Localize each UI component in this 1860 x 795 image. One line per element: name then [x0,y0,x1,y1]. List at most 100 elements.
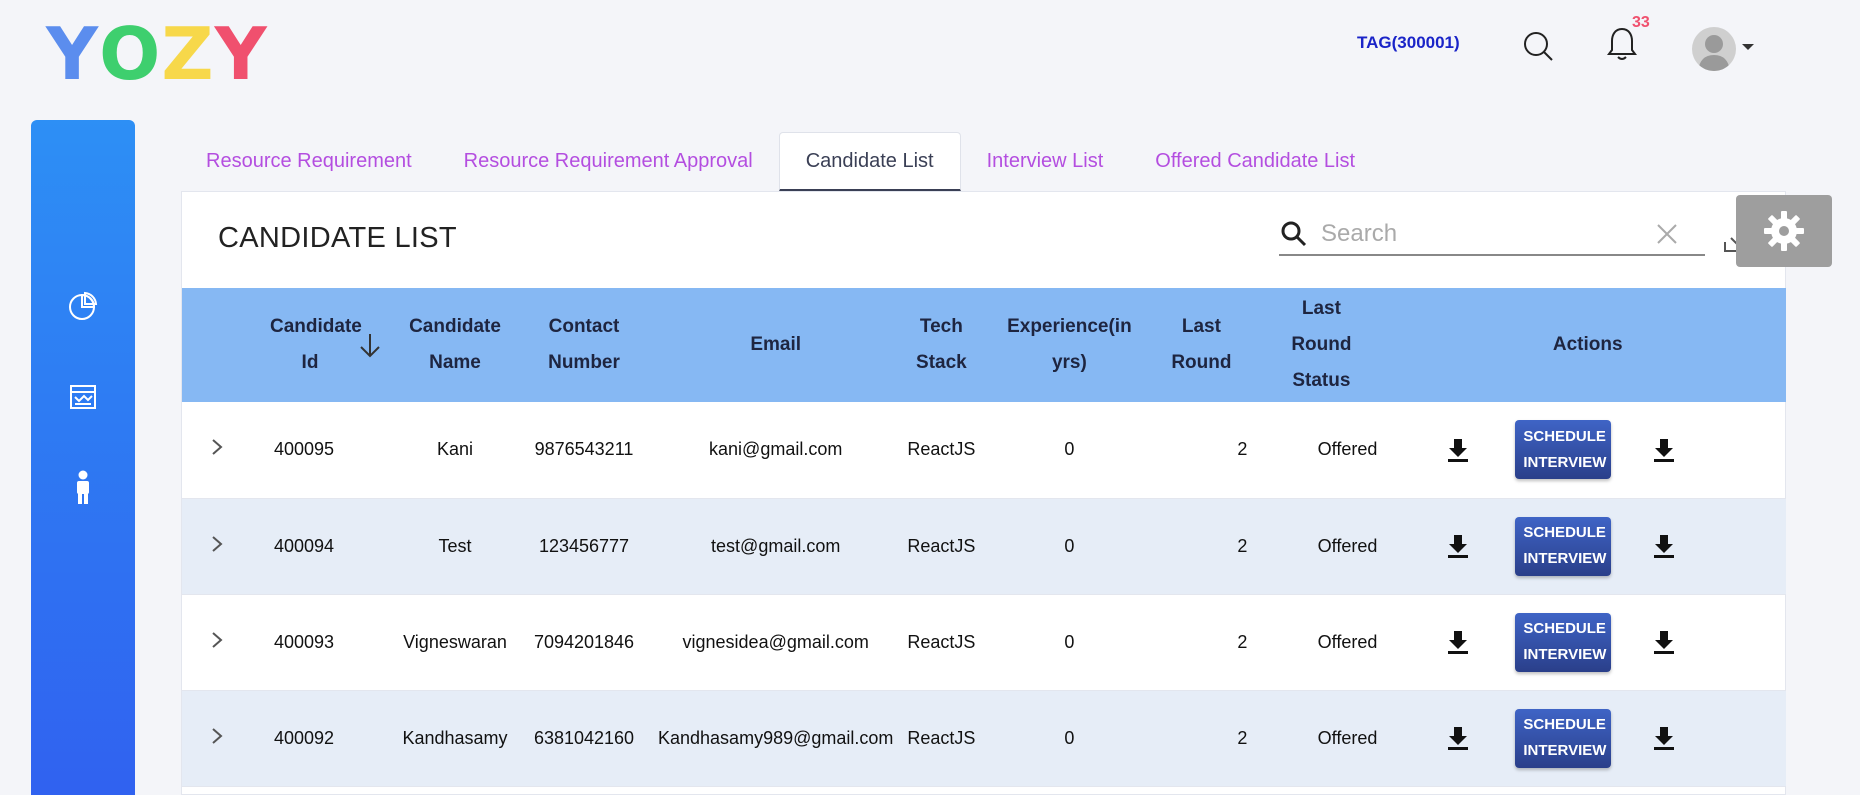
page-title: CANDIDATE LIST [218,222,457,254]
chevron-down-icon[interactable] [1742,44,1754,50]
column-label: Last Round Status [1291,298,1352,391]
search-icon [1281,221,1307,247]
cell-contact-number: 9876543211 [534,439,634,460]
tab-resource-requirement[interactable]: Resource Requirement [180,132,438,191]
cell-last-round-status: Offered [1317,535,1378,556]
cell-last-round: 2 [1237,727,1248,748]
tab-interview-list[interactable]: Interview List [961,132,1130,191]
cell-candidate-name: Test [438,535,472,556]
tab-candidate-list[interactable]: Candidate List [778,132,961,191]
yozy-logo: YOZY [46,18,268,90]
cell-experience: 0 [1064,727,1075,748]
schedule-interview-button[interactable]: SCHEDULE INTERVIEW [1515,516,1612,576]
chevron-right-icon[interactable] [210,631,224,653]
download-icon[interactable] [1653,630,1675,654]
cell-candidate-name: Vigneswaran [403,631,507,652]
search-icon[interactable] [1522,30,1556,64]
schedule-interview-label: SCHEDULE INTERVIEW [1523,716,1607,759]
person-icon [77,470,89,504]
notification-badge: 33 [1632,14,1650,31]
search-bar [1279,214,1705,256]
cell-actions: SCHEDULE INTERVIEW [1389,402,1786,498]
logo-letter: O [99,12,162,96]
report-icon [70,385,96,409]
column-header-tech-stack: Tech Stack [893,288,989,402]
column-header-contact-number: Contact Number [510,288,658,402]
cell-tech-stack: ReactJS [907,631,976,652]
user-tag[interactable]: TAG(300001) [1357,33,1460,53]
sidebar-item-reports[interactable] [31,372,135,422]
download-resume-icon[interactable] [1447,630,1469,654]
download-resume-icon[interactable] [1447,534,1469,558]
cell-last-round-status: Offered [1317,631,1378,652]
schedule-interview-label: SCHEDULE INTERVIEW [1523,427,1607,471]
cell-email: vignesidea@gmail.com [682,631,869,652]
cell-candidate-id: 400093 [274,631,335,652]
cell-contact-number: 7094201846 [533,631,635,652]
column-header-candidate-id[interactable]: Candidate Id [252,288,400,402]
expand-row-button[interactable] [182,402,252,498]
avatar[interactable] [1692,27,1736,71]
cell-last-round: 2 [1237,631,1248,652]
column-header-last-round-status: Last Round Status [1253,288,1389,402]
logo-letter: Z [161,12,215,96]
schedule-interview-button[interactable]: SCHEDULE INTERVIEW [1515,708,1612,768]
download-icon[interactable] [1653,534,1675,558]
column-header-experience: Experience(in yrs) [989,288,1149,402]
sidebar-item-candidates[interactable] [31,462,135,512]
cell-email: kani@gmail.com [709,439,843,460]
sidebar-item-dashboard[interactable] [31,281,135,331]
cell-last-round: 2 [1237,535,1248,556]
chevron-right-icon[interactable] [210,439,224,460]
column-label: Candidate Name [409,316,501,373]
schedule-interview-button[interactable]: SCHEDULE INTERVIEW [1515,612,1612,672]
arrow-down-icon[interactable] [358,332,382,358]
search-input[interactable] [1321,220,1621,248]
table-row: 400092 Kandhasamy 6381042160 Kandhasamy989@… [182,690,1786,786]
cell-actions: SCHEDULE INTERVIEW [1389,594,1786,690]
column-label: Candidate Id [270,316,362,373]
expand-row-button[interactable] [182,498,252,594]
cell-experience: 0 [1064,535,1075,556]
cell-email: Kandhasamy989@gmail.com [658,727,894,748]
column-label: Tech Stack [916,316,967,373]
cell-candidate-name: Kandhasamy [402,727,508,748]
cell-contact-number: 6381042160 [533,727,635,748]
tab-resource-requirement-approval[interactable]: Resource Requirement Approval [438,132,779,191]
column-header-actions: Actions [1552,334,1623,355]
cell-candidate-name: Kani [436,439,474,460]
schedule-interview-label: SCHEDULE INTERVIEW [1523,620,1607,663]
download-resume-icon[interactable] [1447,726,1469,750]
table-header-row: Candidate Id Candidate Name Contact Numb… [182,288,1786,402]
settings-button[interactable] [1736,195,1832,267]
expand-row-button[interactable] [182,690,252,786]
schedule-interview-button[interactable]: SCHEDULE INTERVIEW [1515,420,1612,480]
gear-icon [1764,211,1804,251]
tab-offered-candidate-list[interactable]: Offered Candidate List [1129,132,1381,191]
candidate-list-panel: CANDIDATE LIST Candidate Id Candidate Na… [181,191,1786,795]
pie-chart-icon [69,291,98,320]
download-icon[interactable] [1653,438,1675,462]
candidate-table: Candidate Id Candidate Name Contact Numb… [182,288,1786,787]
table-row: 400094 Test 123456777 test@gmail.com ReactJS… [182,498,1786,594]
close-icon[interactable] [1655,222,1679,246]
expand-column-header [182,288,252,402]
expand-row-button[interactable] [182,594,252,690]
column-header-email: Email [750,334,802,355]
cell-tech-stack: ReactJS [907,439,976,460]
cell-candidate-id: 400092 [274,727,335,748]
download-resume-icon[interactable] [1447,438,1469,462]
column-header-candidate-name: Candidate Name [400,288,510,402]
tab-bar: Resource Requirement Resource Requiremen… [180,132,1381,191]
logo-letter: Y [46,12,100,96]
column-label: Last Round [1171,316,1232,373]
cell-tech-stack: ReactJS [907,535,976,556]
table-row: 400095 Kani 9876543211 kani@gmail.com ReactJ… [182,402,1786,498]
chevron-right-icon[interactable] [210,727,224,749]
cell-tech-stack: ReactJS [907,727,976,748]
schedule-interview-label: SCHEDULE INTERVIEW [1523,524,1607,567]
table-row: 400093 Vigneswaran 7094201846 vignesidea@gm… [182,594,1786,690]
chevron-right-icon[interactable] [210,535,224,557]
download-icon[interactable] [1653,726,1675,750]
column-header-last-round: Last Round [1149,288,1253,402]
